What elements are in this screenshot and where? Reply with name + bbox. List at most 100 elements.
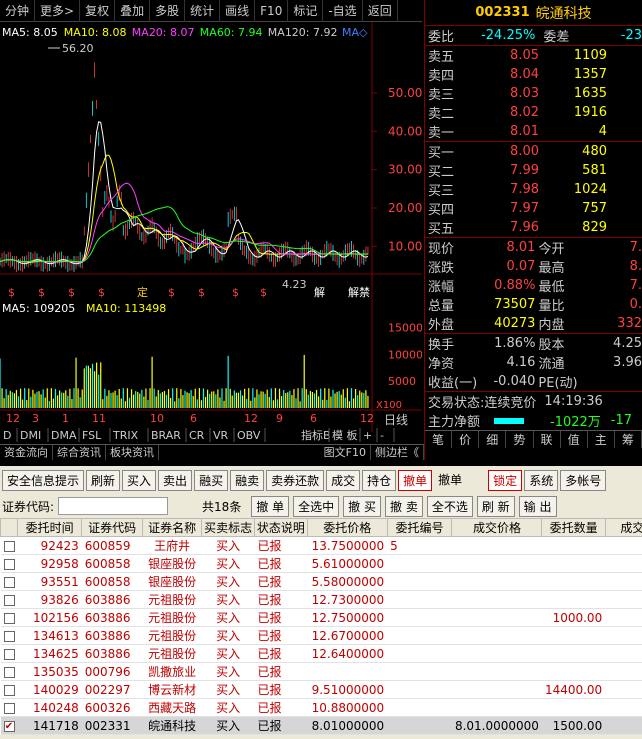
kline-chart[interactable]: MA5: 8.05 MA10: 8.08 MA20: 8.07 MA60: 7.94 M… (0, 22, 422, 460)
trade-btn-10[interactable]: 撤单 (434, 470, 466, 491)
indicator-tab-11[interactable]: + (363, 429, 372, 442)
trade-btn-6[interactable]: 卖券还款 (266, 469, 325, 491)
row-checkbox[interactable] (0, 662, 18, 681)
quote-tab-3[interactable]: 势 (506, 431, 534, 448)
trade-btn-8[interactable]: 持仓 (362, 469, 397, 491)
col-header[interactable]: 证券名称 (141, 518, 203, 537)
checkbox[interactable] (3, 684, 15, 696)
trade-btn-2[interactable]: 买入 (122, 469, 157, 491)
checkbox[interactable] (3, 702, 15, 714)
col-header[interactable]: 状态说明 (254, 518, 308, 537)
info-tab-2[interactable]: 板块资讯 (106, 445, 159, 460)
order-row[interactable]: 102156 603886 元祖股份 买入 已报 12.7500000 1000.00 (0, 608, 642, 627)
row-checkbox[interactable] (0, 698, 18, 717)
row-checkbox[interactable] (0, 680, 18, 699)
col-header[interactable]: 买卖标志 (201, 518, 256, 537)
quote-tab-7[interactable]: 筹 (615, 431, 642, 448)
info-tab-1[interactable]: 综合资讯 (53, 445, 106, 460)
col-header[interactable]: 委托编号 (386, 518, 453, 537)
trade-btn-1[interactable]: 刷新 (86, 469, 121, 491)
order-row[interactable]: 140248 600326 西藏天路 买入 已报 10.8800000 (0, 698, 642, 717)
row-checkbox[interactable] (0, 626, 18, 645)
quote-tab-4[interactable]: 联 (534, 431, 561, 448)
quote-tab-2[interactable]: 细 (479, 431, 507, 448)
indicator-tab-12[interactable]: - (380, 429, 384, 442)
indicator-tab-0[interactable]: D (3, 429, 11, 442)
col-header[interactable]: 成交价格 (451, 518, 543, 537)
col-header[interactable]: 委托时间 (16, 518, 83, 537)
trade-btn-0[interactable]: 安全信息提示 (2, 469, 85, 491)
order-row[interactable]: 92958 600858 银座股份 买入 已报 5.61000000 (0, 554, 642, 573)
row-checkbox[interactable] (0, 536, 18, 555)
topbar-item-4[interactable]: 多股 (150, 0, 186, 22)
topbar-item-1[interactable]: 更多> (35, 0, 81, 22)
trade-btn-13[interactable]: 多帐号 (560, 469, 607, 491)
checkbox[interactable]: ✔ (3, 720, 15, 732)
order-row[interactable]: 93551 600858 银座股份 买入 已报 5.58000000 (0, 572, 642, 591)
code-input[interactable] (58, 497, 169, 515)
topbar-item-3[interactable]: 叠加 (115, 0, 151, 22)
indicator-tab-1[interactable]: DMI (20, 429, 41, 442)
row-checkbox[interactable]: ✔ (0, 716, 18, 735)
trade-btn-4[interactable]: 融买 (194, 469, 229, 491)
action-btn-6[interactable]: 输 出 (518, 495, 557, 517)
action-btn-4[interactable]: 全不选 (426, 495, 473, 517)
checkbox[interactable] (3, 558, 15, 570)
checkbox[interactable] (3, 666, 15, 678)
checkbox[interactable] (3, 594, 15, 606)
checkbox[interactable] (3, 540, 15, 552)
indicator-tab-4[interactable]: TRIX (112, 429, 139, 442)
order-row[interactable]: 140029 002297 博云新材 买入 已报 9.51000000 14400.00 (0, 680, 642, 699)
row-checkbox[interactable] (0, 608, 18, 627)
info-tab-0[interactable]: 资金流向 (0, 445, 53, 460)
indicator-tab-2[interactable]: DMA (51, 429, 77, 442)
indicator-tab-5[interactable]: BRAR (151, 429, 181, 442)
trade-btn-9[interactable]: 撤单 (398, 469, 433, 491)
row-checkbox[interactable] (0, 644, 18, 663)
action-btn-0[interactable]: 撤 单 (251, 495, 290, 517)
action-btn-1[interactable]: 全选中 (293, 495, 340, 517)
trade-btn-11[interactable]: 锁定 (488, 469, 523, 491)
action-btn-3[interactable]: 撤 卖 (385, 495, 423, 517)
quote-tab-0[interactable]: 笔 (425, 431, 453, 448)
indicator-tab-8[interactable]: OBV (237, 429, 261, 442)
action-btn-2[interactable]: 撤 买 (343, 495, 381, 517)
trade-btn-7[interactable]: 成交 (326, 469, 361, 491)
indicator-tab-10[interactable]: 模 板 (332, 428, 358, 442)
topbar-item-0[interactable]: 分钟 (0, 0, 36, 22)
indicator-tab-7[interactable]: VR (213, 429, 229, 442)
quote-tab-6[interactable]: 主 (588, 431, 615, 448)
topbar-item-6[interactable]: 画线 (220, 0, 256, 22)
col-header[interactable]: 委托价格 (306, 518, 388, 537)
trade-btn-3[interactable]: 卖出 (158, 469, 193, 491)
indicator-tab-6[interactable]: CR (189, 429, 205, 442)
order-row[interactable]: ✔ 141718 002331 皖通科技 买入 已报 8.01000000 8.01.0000… (0, 716, 642, 735)
action-btn-5[interactable]: 刷 新 (476, 495, 515, 517)
order-row[interactable]: 134613 603886 元祖股份 买入 已报 12.6700000 (0, 626, 642, 645)
checkbox[interactable] (3, 630, 15, 642)
checkbox[interactable] (3, 576, 15, 588)
checkbox[interactable] (3, 612, 15, 624)
topbar-item-5[interactable]: 统计 (185, 0, 221, 22)
topbar-item-2[interactable]: 复权 (80, 0, 116, 22)
col-header[interactable]: 证券代码 (81, 518, 143, 537)
topbar-item-10[interactable]: 返回 (363, 0, 398, 22)
row-checkbox[interactable] (0, 572, 18, 591)
order-row[interactable]: 134625 603886 元祖股份 买入 已报 12.6400000 (0, 644, 642, 663)
info-tab-3[interactable]: 图文F10 (320, 445, 371, 460)
row-checkbox[interactable] (0, 554, 18, 573)
trade-btn-5[interactable]: 融卖 (230, 469, 265, 491)
trade-btn-12[interactable]: 系统 (524, 469, 559, 491)
quote-tab-5[interactable]: 值 (561, 431, 588, 448)
topbar-item-8[interactable]: 标记 (288, 0, 324, 22)
indicator-tab-9[interactable]: 指标B (301, 428, 331, 442)
row-checkbox[interactable] (0, 590, 18, 609)
topbar-item-7[interactable]: F10 (255, 0, 289, 22)
topbar-item-9[interactable]: -自选 (323, 0, 363, 22)
col-header[interactable]: 成交 (604, 518, 642, 537)
order-row[interactable]: 92423 600859 王府井 买入 已报 13.7500000 5 (0, 536, 642, 555)
order-row[interactable]: 93826 603886 元祖股份 买入 已报 12.7300000 (0, 590, 642, 609)
quote-tab-1[interactable]: 价 (452, 431, 480, 448)
indicator-tab-3[interactable]: FSL (82, 429, 102, 442)
order-row[interactable]: 135035 000796 凯撒旅业 买入 已报 (0, 662, 642, 681)
